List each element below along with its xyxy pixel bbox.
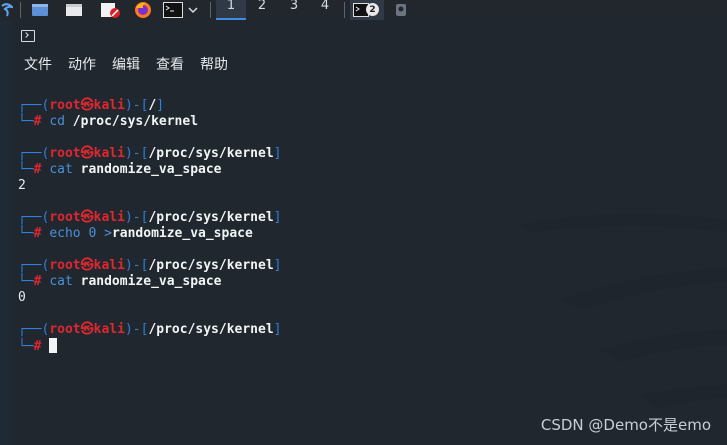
chevron-down-icon[interactable] xyxy=(186,0,200,20)
menu-help[interactable]: 帮助 xyxy=(194,55,234,75)
screenshot-icon[interactable] xyxy=(392,0,410,20)
workspace-2[interactable]: 2 xyxy=(247,0,277,20)
taskbar-separator xyxy=(210,2,211,18)
menu-file[interactable]: 文件 xyxy=(18,55,58,75)
terminal-window[interactable]: 文件 动作 编辑 查看 帮助 ┌──(root㉿kali)-[/] └─# cd… xyxy=(12,20,727,445)
file-manager-icon[interactable] xyxy=(62,0,86,20)
command-line: └─# cd /proc/sys/kernel xyxy=(18,114,199,129)
command-output: 0 xyxy=(18,290,26,305)
taskbar-separator xyxy=(20,2,21,18)
command-line: └─# echo 0 >randomize_va_space xyxy=(18,226,253,241)
text-editor-icon[interactable] xyxy=(98,0,122,20)
menu-bar: 文件 动作 编辑 查看 帮助 xyxy=(12,54,727,76)
show-desktop-icon[interactable] xyxy=(28,0,52,20)
desktop-background-strip xyxy=(0,20,12,445)
firefox-icon[interactable] xyxy=(130,0,156,20)
command-line: └─# cat randomize_va_space xyxy=(18,274,222,289)
taskbar: 1 2 3 4 2 xyxy=(0,0,727,20)
terminal-launcher-icon[interactable] xyxy=(161,0,185,20)
kali-menu-icon[interactable] xyxy=(0,0,14,20)
terminal-icon xyxy=(21,30,35,42)
prompt-line: ┌──(root㉿kali)-[/] xyxy=(18,98,165,113)
terminal-title-bar[interactable] xyxy=(12,20,727,54)
menu-view[interactable]: 查看 xyxy=(150,55,190,75)
window-count-badge: 2 xyxy=(366,3,379,16)
workspace-3[interactable]: 3 xyxy=(279,0,309,20)
prompt-line: ┌──(root㉿kali)-[/proc/sys/kernel] xyxy=(18,322,282,337)
taskbar-separator xyxy=(344,2,345,18)
workspace-1[interactable]: 1 xyxy=(216,0,246,20)
terminal-output[interactable]: ┌──(root㉿kali)-[/] └─# cd /proc/sys/kern… xyxy=(18,98,718,354)
command-output: 2 xyxy=(18,178,26,193)
prompt-line: ┌──(root㉿kali)-[/proc/sys/kernel] xyxy=(18,210,282,225)
watermark: CSDN @Demo不是emo xyxy=(540,416,711,434)
menu-edit[interactable]: 编辑 xyxy=(106,55,146,75)
prompt-line: ┌──(root㉿kali)-[/proc/sys/kernel] xyxy=(18,146,282,161)
workspace-4[interactable]: 4 xyxy=(310,0,340,20)
command-line: └─# cat randomize_va_space xyxy=(18,162,222,177)
text-cursor xyxy=(49,338,58,353)
prompt-line: ┌──(root㉿kali)-[/proc/sys/kernel] xyxy=(18,258,282,273)
command-line[interactable]: └─# xyxy=(18,338,718,354)
menu-actions[interactable]: 动作 xyxy=(62,55,102,75)
